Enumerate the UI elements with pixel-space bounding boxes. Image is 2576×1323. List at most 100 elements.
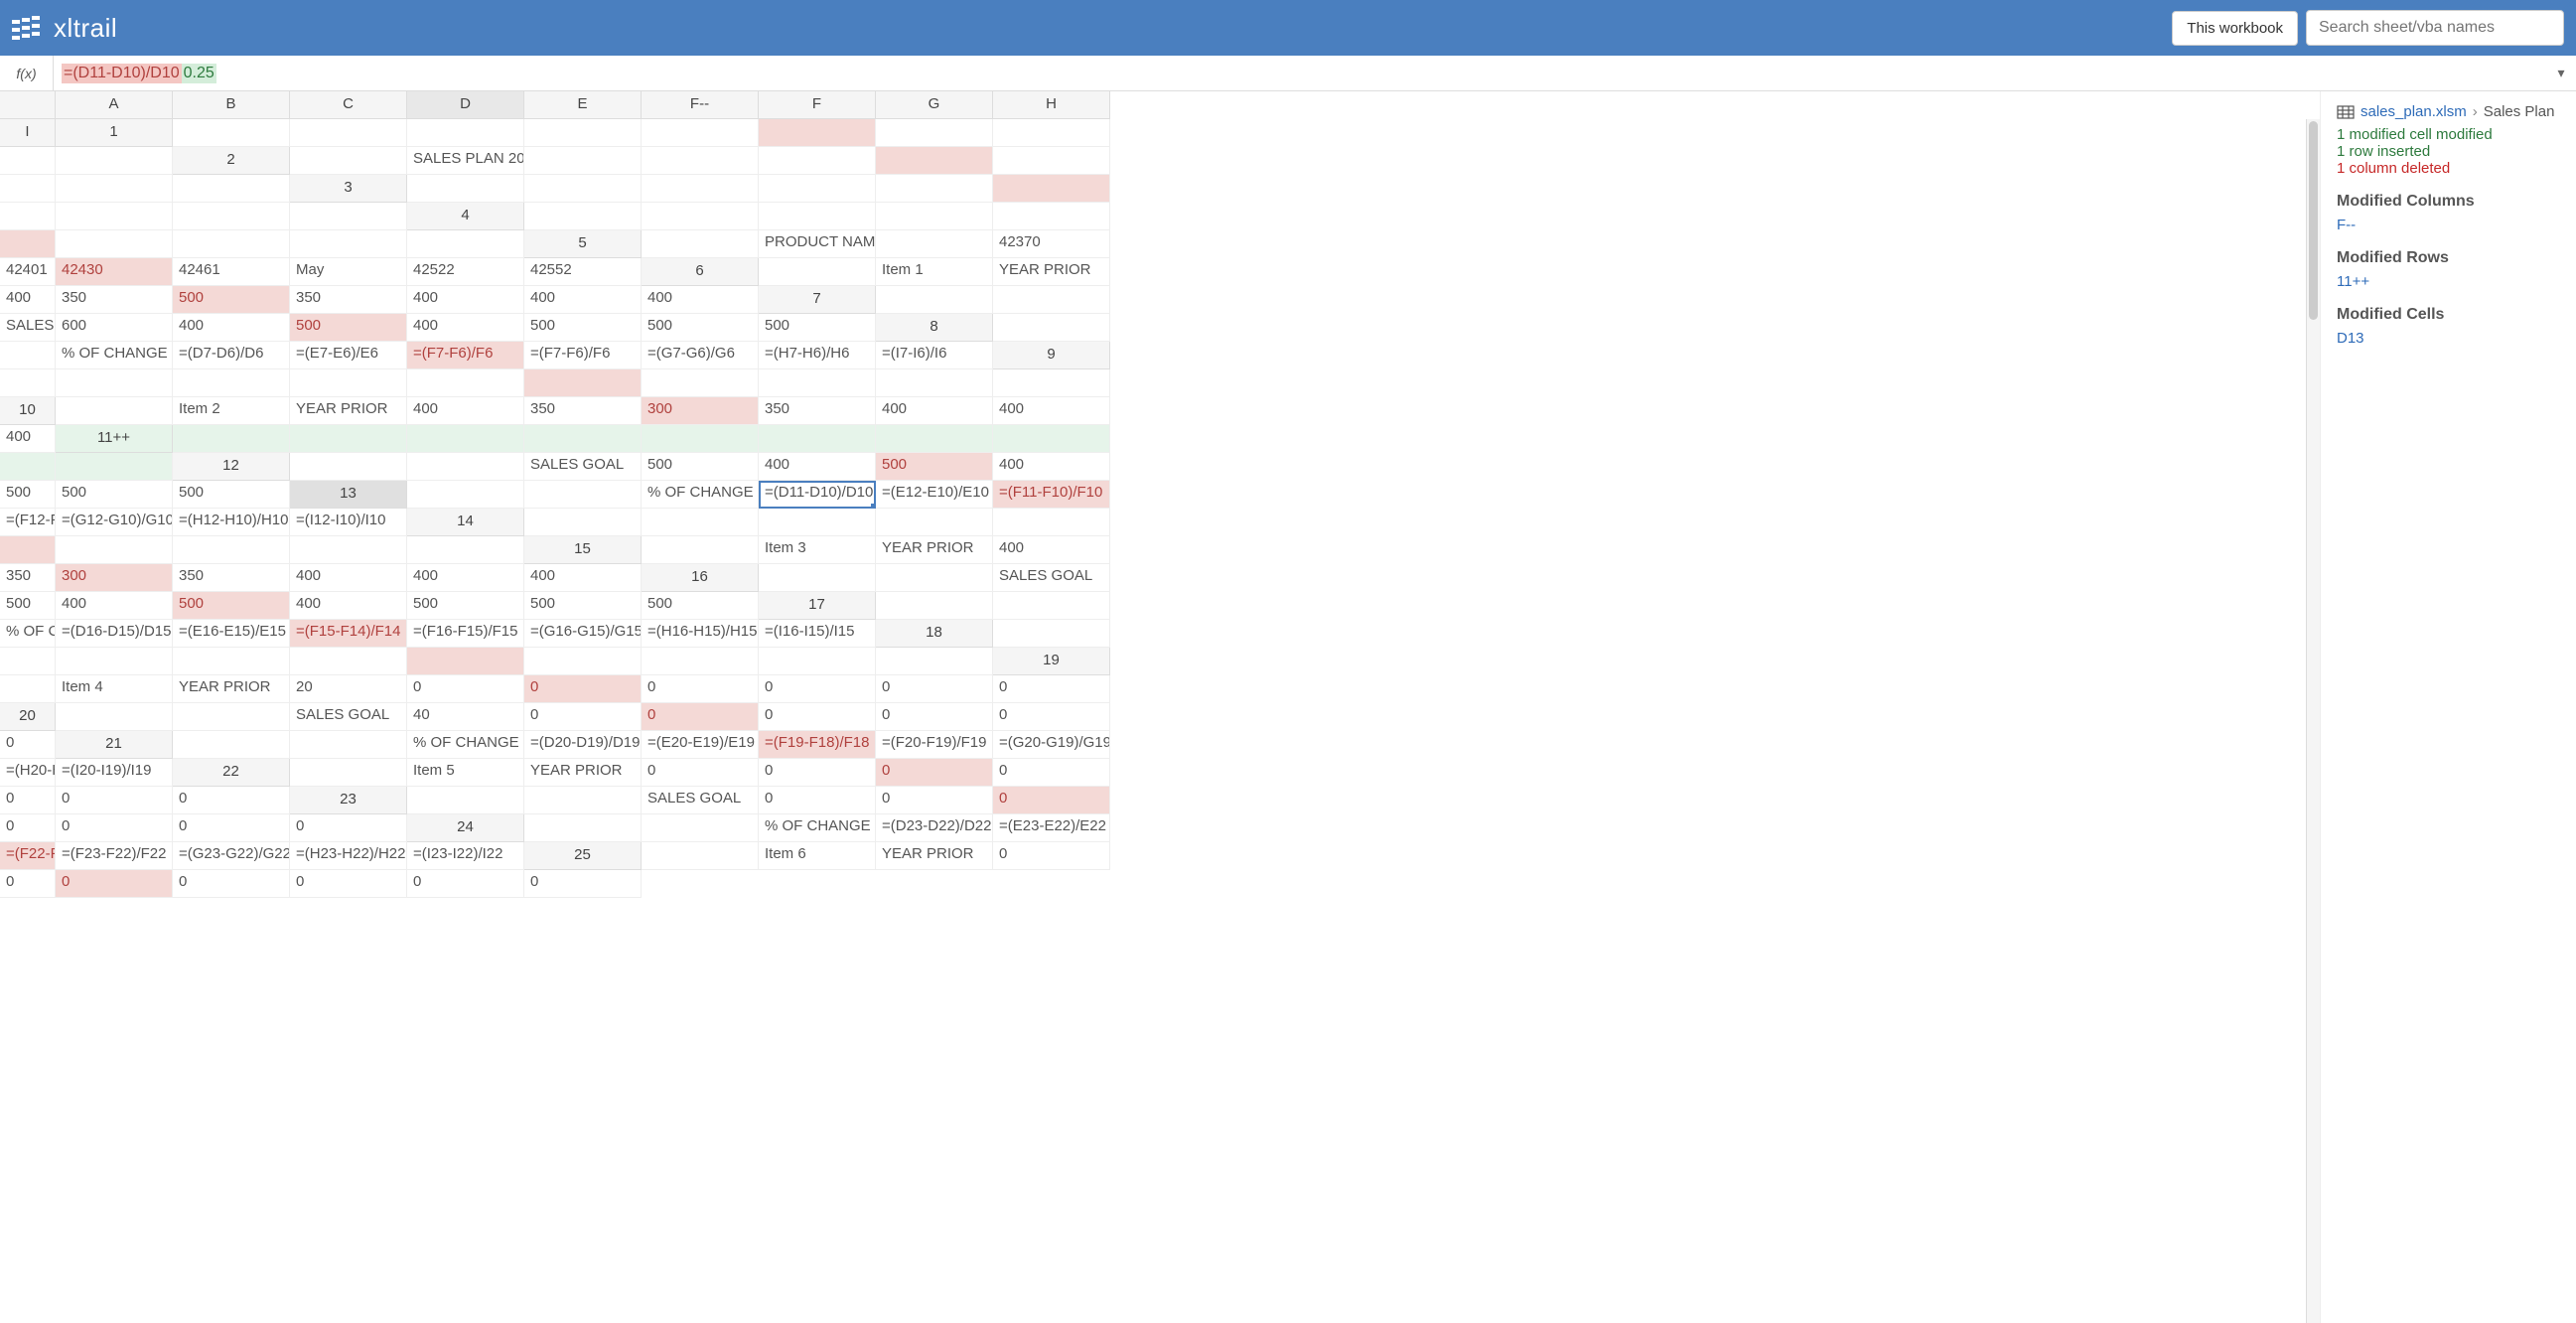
grid-cell[interactable]: 42461 bbox=[173, 258, 290, 286]
grid-cell[interactable] bbox=[993, 620, 1110, 648]
grid-cell[interactable] bbox=[524, 119, 642, 147]
grid-cell[interactable] bbox=[524, 787, 642, 814]
grid-cell[interactable]: 0 bbox=[642, 703, 759, 731]
grid-cell[interactable]: YEAR PRIOR bbox=[993, 258, 1110, 286]
grid-cell[interactable]: 350 bbox=[173, 564, 290, 592]
grid-cell[interactable]: =(E20-E19)/E19 bbox=[642, 731, 759, 759]
grid-cell[interactable]: 0 bbox=[407, 675, 524, 703]
row-header[interactable]: 21 bbox=[56, 731, 173, 759]
grid-cell[interactable] bbox=[0, 369, 56, 397]
row-header[interactable]: 19 bbox=[993, 648, 1110, 675]
grid-cell[interactable]: 400 bbox=[290, 564, 407, 592]
grid-cell[interactable] bbox=[759, 203, 876, 230]
grid-cell[interactable] bbox=[173, 536, 290, 564]
scrollbar-thumb[interactable] bbox=[2309, 121, 2318, 320]
grid-cell[interactable]: =(H20-H19)/H19 bbox=[0, 759, 56, 787]
grid-cell[interactable]: 400 bbox=[876, 397, 993, 425]
grid-cell[interactable]: 400 bbox=[993, 397, 1110, 425]
grid-cell[interactable]: 400 bbox=[290, 592, 407, 620]
grid-cell[interactable]: =(F15-F14)/F14 bbox=[290, 620, 407, 648]
grid-cell[interactable] bbox=[759, 564, 876, 592]
grid-cell[interactable]: 500 bbox=[524, 314, 642, 342]
grid-cell[interactable]: SALES PLAN 20 bbox=[407, 147, 524, 175]
grid-cell[interactable]: SALES GOAL bbox=[290, 703, 407, 731]
grid-cell[interactable]: SALES GOAL bbox=[642, 787, 759, 814]
grid-cell[interactable] bbox=[56, 369, 173, 397]
grid-cell[interactable] bbox=[642, 536, 759, 564]
grid-corner[interactable] bbox=[0, 91, 56, 119]
grid-cell[interactable]: =(G12-G10)/G10 bbox=[56, 509, 173, 536]
grid-cell[interactable] bbox=[876, 369, 993, 397]
grid-cell[interactable]: 500 bbox=[876, 453, 993, 481]
grid-cell[interactable]: 0 bbox=[993, 787, 1110, 814]
grid-cell[interactable]: =(E7-E6)/E6 bbox=[290, 342, 407, 369]
grid-cell[interactable]: 0 bbox=[0, 814, 56, 842]
grid-cell[interactable]: =(F12-F10)/F10 bbox=[0, 509, 56, 536]
row-header[interactable]: 17 bbox=[759, 592, 876, 620]
grid-cell[interactable] bbox=[759, 175, 876, 203]
grid-cell[interactable]: 0 bbox=[524, 870, 642, 898]
grid-cell[interactable]: 0 bbox=[56, 787, 173, 814]
modified-column-link[interactable]: F-- bbox=[2337, 217, 2560, 233]
grid-cell[interactable] bbox=[290, 369, 407, 397]
grid-cell[interactable]: 42430 bbox=[56, 258, 173, 286]
column-header[interactable]: H bbox=[993, 91, 1110, 119]
grid-cell[interactable]: 350 bbox=[759, 397, 876, 425]
breadcrumb-file[interactable]: sales_plan.xlsm bbox=[2361, 103, 2467, 120]
grid-cell[interactable]: 0 bbox=[407, 870, 524, 898]
grid-cell[interactable]: Item 1 bbox=[876, 258, 993, 286]
grid-cell[interactable] bbox=[759, 147, 876, 175]
grid-cell[interactable]: 400 bbox=[759, 453, 876, 481]
grid-cell[interactable]: SALES GOAL bbox=[0, 314, 56, 342]
grid-cell[interactable]: YEAR PRIOR bbox=[290, 397, 407, 425]
grid-cell[interactable]: 400 bbox=[56, 592, 173, 620]
column-header[interactable]: A bbox=[56, 91, 173, 119]
row-header[interactable]: 6 bbox=[642, 258, 759, 286]
modified-row-link[interactable]: 11++ bbox=[2337, 273, 2560, 290]
grid-cell[interactable] bbox=[524, 814, 642, 842]
grid-cell[interactable] bbox=[407, 369, 524, 397]
grid-cell[interactable]: 500 bbox=[759, 314, 876, 342]
grid-cell[interactable] bbox=[290, 731, 407, 759]
grid-cell[interactable] bbox=[993, 119, 1110, 147]
column-header[interactable]: G bbox=[876, 91, 993, 119]
row-header[interactable]: 4 bbox=[407, 203, 524, 230]
column-header[interactable]: I bbox=[0, 119, 56, 147]
grid-cell[interactable] bbox=[876, 286, 993, 314]
row-header[interactable]: 11++ bbox=[56, 425, 173, 453]
grid-cell[interactable]: =(F7-F6)/F6 bbox=[407, 342, 524, 369]
grid-cell[interactable]: =(D23-D22)/D22 bbox=[876, 814, 993, 842]
grid-cell[interactable] bbox=[524, 369, 642, 397]
column-header[interactable]: C bbox=[290, 91, 407, 119]
grid-cell[interactable]: 0 bbox=[876, 703, 993, 731]
grid-cell[interactable]: 0 bbox=[524, 675, 642, 703]
grid-cell[interactable]: 500 bbox=[173, 481, 290, 509]
grid-cell[interactable] bbox=[407, 536, 524, 564]
grid-cell[interactable]: 0 bbox=[173, 787, 290, 814]
grid-cell[interactable] bbox=[290, 425, 407, 453]
grid-cell[interactable]: 400 bbox=[993, 453, 1110, 481]
grid-cell[interactable] bbox=[642, 203, 759, 230]
grid-cell[interactable]: 0 bbox=[0, 787, 56, 814]
grid-cell[interactable] bbox=[407, 119, 524, 147]
grid-cell[interactable] bbox=[173, 203, 290, 230]
grid-cell[interactable]: =(G16-G15)/G15 bbox=[524, 620, 642, 648]
column-header[interactable]: B bbox=[173, 91, 290, 119]
grid-cell[interactable] bbox=[759, 425, 876, 453]
column-header[interactable]: E bbox=[524, 91, 642, 119]
grid-cell[interactable]: 400 bbox=[524, 286, 642, 314]
grid-cell[interactable] bbox=[56, 453, 173, 481]
grid-cell[interactable]: SALES GOAL bbox=[993, 564, 1110, 592]
grid-cell[interactable]: 400 bbox=[642, 286, 759, 314]
grid-cell[interactable] bbox=[993, 369, 1110, 397]
grid-cell[interactable]: 42552 bbox=[524, 258, 642, 286]
grid-cell[interactable]: =(F11-F10)/F10 bbox=[993, 481, 1110, 509]
grid-cell[interactable]: =(I12-I10)/I10 bbox=[290, 509, 407, 536]
grid-cell[interactable]: 350 bbox=[56, 286, 173, 314]
grid-cell[interactable] bbox=[290, 203, 407, 230]
grid-cell[interactable]: =(F23-F22)/F22 bbox=[56, 842, 173, 870]
grid-cell[interactable]: 0 bbox=[759, 675, 876, 703]
grid-cell[interactable]: 500 bbox=[56, 481, 173, 509]
grid-cell[interactable]: =(H12-H10)/H10 bbox=[173, 509, 290, 536]
grid-cell[interactable]: 300 bbox=[642, 397, 759, 425]
